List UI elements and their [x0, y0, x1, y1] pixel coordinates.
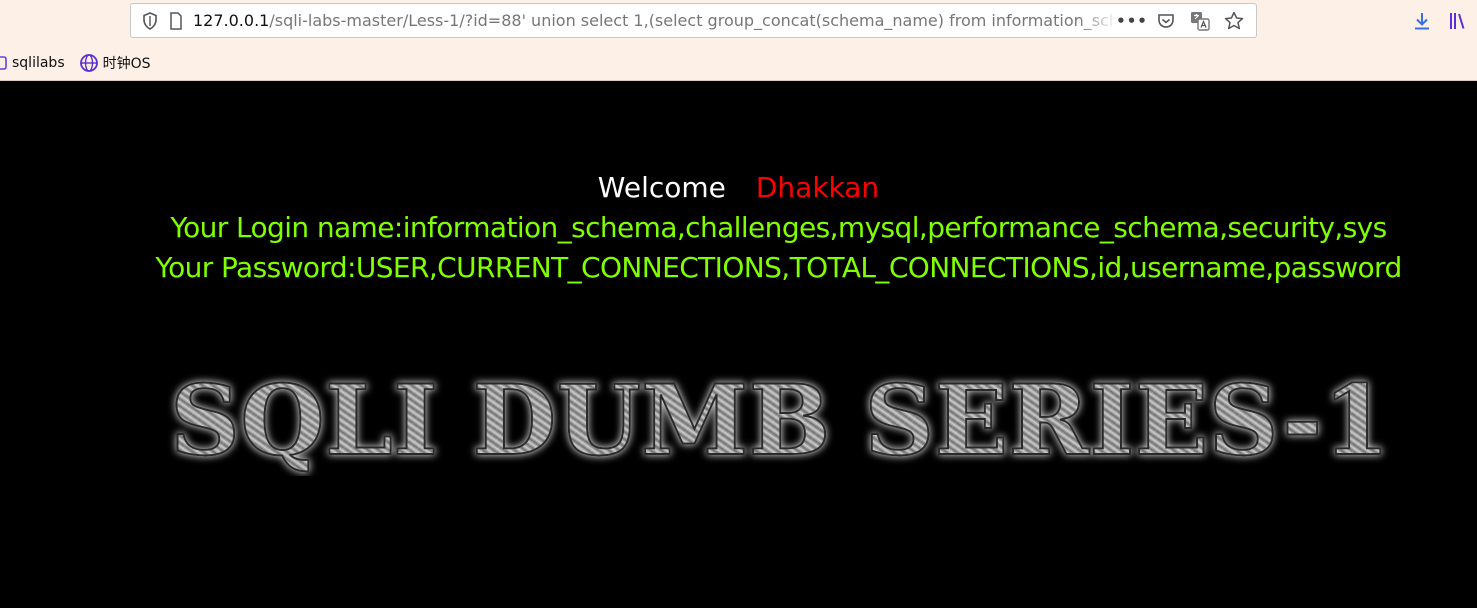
- bookmark-label: 时钟OS: [102, 56, 151, 72]
- login-name-line: Your Login name:information_schema,chall…: [170, 211, 1387, 244]
- banner-text: SQLI DUMB SERIES-1: [170, 366, 1390, 476]
- library-button[interactable]: [1443, 6, 1473, 36]
- globe-icon: [79, 54, 98, 72]
- bookmark-label: sqlilabs: [12, 55, 65, 71]
- bookmarks-bar: sqlilabs 时钟OS: [0, 50, 151, 76]
- pocket-icon[interactable]: [1152, 7, 1180, 35]
- downloads-button[interactable]: [1407, 6, 1437, 36]
- welcome-line: Welcome Dhakkan: [0, 171, 1477, 204]
- shield-icon[interactable]: [137, 8, 163, 34]
- download-icon: [1415, 13, 1429, 30]
- page-actions-button[interactable]: •••: [1116, 7, 1148, 35]
- bookmark-clock-os[interactable]: 时钟OS: [79, 53, 151, 73]
- url-bar[interactable]: 127.0.0.1/sqli-labs-master/Less-1/?id=88…: [130, 3, 1257, 38]
- browser-chrome: 127.0.0.1/sqli-labs-master/Less-1/?id=88…: [0, 0, 1477, 81]
- more-icon: •••: [1116, 11, 1148, 30]
- folder-icon: [0, 56, 7, 70]
- url-path: /sqli-labs-master/Less-1/?id=88' union s…: [269, 11, 1118, 30]
- library-icon: [1450, 13, 1465, 29]
- page-content: Welcome Dhakkan Your Login name:informati…: [0, 81, 1477, 608]
- bookmark-sqlilabs[interactable]: sqlilabs: [0, 55, 65, 71]
- welcome-name: Dhakkan: [755, 171, 880, 204]
- bookmark-star-icon[interactable]: [1220, 7, 1248, 35]
- translate-icon[interactable]: [1186, 7, 1214, 35]
- url-host: 127.0.0.1: [193, 11, 270, 30]
- page-icon: [163, 8, 189, 34]
- password-line: Your Password:USER,CURRENT_CONNECTIONS,T…: [155, 251, 1402, 284]
- url-text[interactable]: 127.0.0.1/sqli-labs-master/Less-1/?id=88…: [193, 11, 1118, 30]
- welcome-text: Welcome: [597, 171, 726, 204]
- banner-image: SQLI DUMB SERIES-1: [169, 366, 1391, 476]
